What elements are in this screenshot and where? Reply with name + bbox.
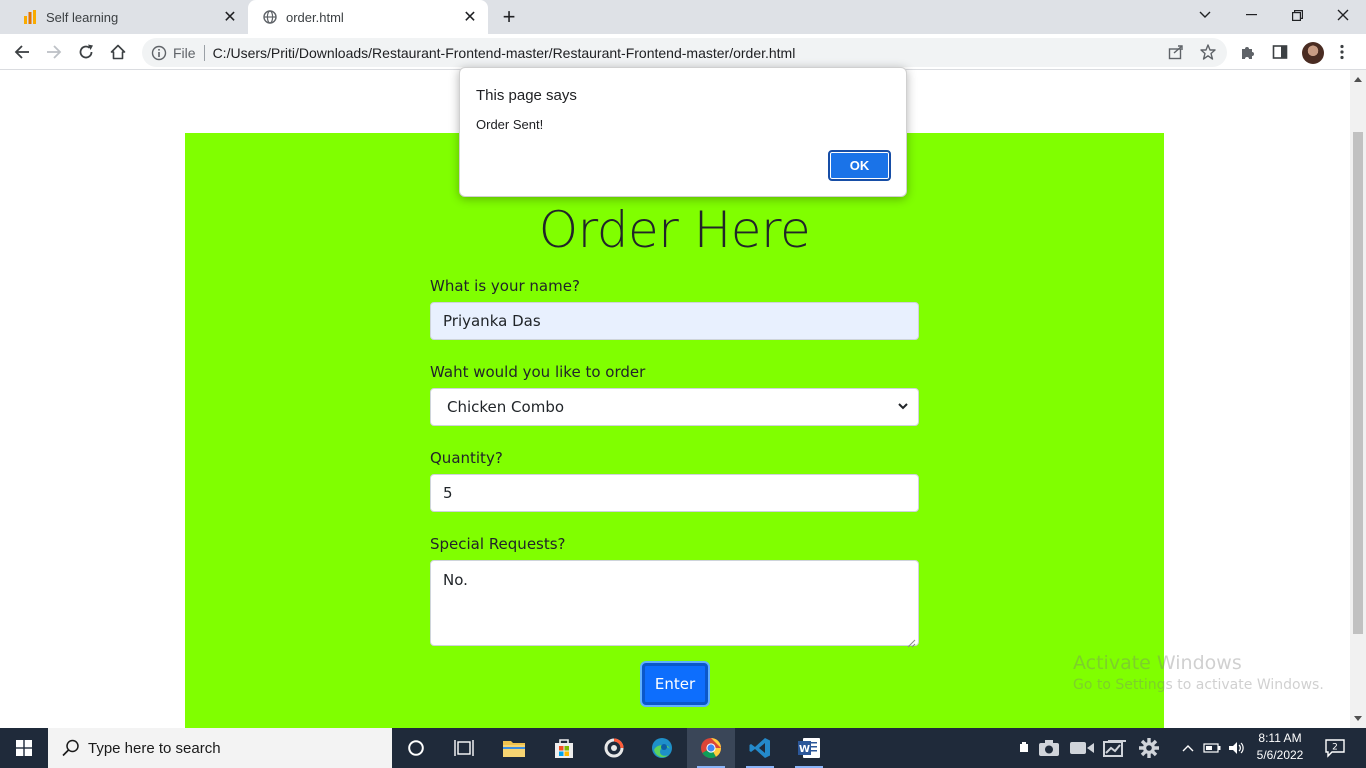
svg-text:W: W [799,744,810,755]
back-arrow-icon[interactable] [8,38,36,66]
task-view-icon[interactable] [440,728,488,768]
clock-date: 5/6/2022 [1256,748,1304,762]
requests-label: Special Requests? [430,535,566,553]
pin-tray-icon[interactable] [1014,728,1034,768]
file-explorer-icon[interactable] [490,728,538,768]
forward-arrow-icon[interactable] [40,38,68,66]
profile-avatar[interactable] [1302,42,1324,64]
address-bar[interactable]: File C:/Users/Priti/Downloads/Restaurant… [142,38,1227,67]
order-select[interactable]: Chicken Combo [430,388,919,426]
taskbar-search-box[interactable]: Type here to search [48,728,392,768]
alert-dialog: This page says Order Sent! OK [459,67,907,197]
browser-toolbar: File C:/Users/Priti/Downloads/Restaurant… [0,34,1366,70]
bookmark-star-icon[interactable] [1199,43,1217,61]
restore-button[interactable] [1274,0,1320,30]
activate-windows-title: Activate Windows [1073,652,1242,674]
dialog-title: This page says [476,87,577,104]
scheme-label: File [173,44,196,61]
quantity-input[interactable]: 5 [430,474,919,512]
search-icon [61,738,81,758]
vscode-icon[interactable] [736,728,784,768]
gallery-icon[interactable] [1102,728,1128,768]
dialog-message: Order Sent! [476,117,544,132]
snipping-tool-icon[interactable] [590,728,638,768]
close-tab-icon[interactable]: ✕ [220,7,240,27]
bar-chart-icon [22,9,38,25]
quantity-label: Quantity? [430,449,503,467]
share-icon[interactable] [1167,43,1185,61]
resize-handle-icon[interactable] [907,634,916,648]
notification-center-icon[interactable]: 2 [1318,728,1354,768]
minimize-button[interactable] [1228,0,1274,30]
reload-icon[interactable] [72,38,100,66]
requests-textarea[interactable]: No. [430,560,919,648]
extensions-puzzle-icon[interactable] [1238,42,1258,62]
word-icon[interactable]: W [785,728,833,768]
chrome-browser-icon[interactable] [687,728,735,768]
ok-button[interactable]: OK [828,150,891,181]
tab-order-html[interactable]: order.html ✕ [248,0,488,34]
windows-taskbar: Type here to search W 8:11 AM 5/6/2022 2 [0,728,1366,768]
tab-title: Self learning [46,9,119,25]
quantity-value: 5 [443,484,453,502]
cortana-icon[interactable] [392,728,440,768]
enter-button[interactable]: Enter [642,663,708,705]
clock-time: 8:11 AM [1258,731,1302,745]
windows-start-icon[interactable] [0,728,48,768]
video-camera-icon[interactable] [1068,728,1096,768]
gear-icon[interactable] [1136,728,1162,768]
name-label: What is your name? [430,277,580,295]
order-label: Waht would you like to order [430,363,646,381]
order-form-panel: Order Here What is your name? Priyanka D… [185,133,1164,728]
activate-windows-subtitle: Go to Settings to activate Windows. [1073,677,1324,693]
home-icon[interactable] [104,38,132,66]
chevron-up-icon[interactable] [1178,728,1198,768]
name-value: Priyanka Das [443,312,541,330]
microsoft-store-icon[interactable] [540,728,588,768]
search-placeholder: Type here to search [88,739,221,757]
name-input[interactable]: Priyanka Das [430,302,919,340]
scroll-down-arrow-icon[interactable] [1354,716,1362,721]
battery-icon[interactable] [1200,728,1224,768]
page-scrollbar[interactable] [1350,70,1366,728]
edge-browser-icon[interactable] [638,728,686,768]
new-tab-button[interactable]: + [497,4,521,29]
scroll-thumb[interactable] [1353,132,1363,634]
tab-self-learning[interactable]: Self learning ✕ [8,0,248,34]
page-title: Order Here [538,201,811,259]
menu-kebab-icon[interactable] [1332,42,1352,62]
tab-search-icon[interactable] [1182,0,1228,30]
order-form: What is your name? Priyanka Das Waht wou… [430,276,919,668]
system-clock[interactable]: 8:11 AM 5/6/2022 [1250,730,1310,764]
close-tab-icon[interactable]: ✕ [460,7,480,27]
notification-count: 2 [1332,743,1338,753]
order-value: Chicken Combo [447,398,565,416]
tab-title: order.html [286,9,344,25]
close-window-button[interactable] [1320,0,1366,30]
requests-value: No. [443,571,468,589]
globe-icon [262,9,278,25]
browser-tab-strip: Self learning ✕ order.html ✕ + [0,0,1366,34]
scroll-up-arrow-icon[interactable] [1354,77,1362,82]
camera-icon[interactable] [1036,728,1062,768]
url-text[interactable]: C:/Users/Priti/Downloads/Restaurant-Fron… [213,45,1227,61]
info-icon[interactable] [151,45,167,61]
volume-icon[interactable] [1226,728,1248,768]
side-panel-icon[interactable] [1270,42,1290,62]
divider [203,44,205,61]
chevron-down-icon [896,399,910,413]
